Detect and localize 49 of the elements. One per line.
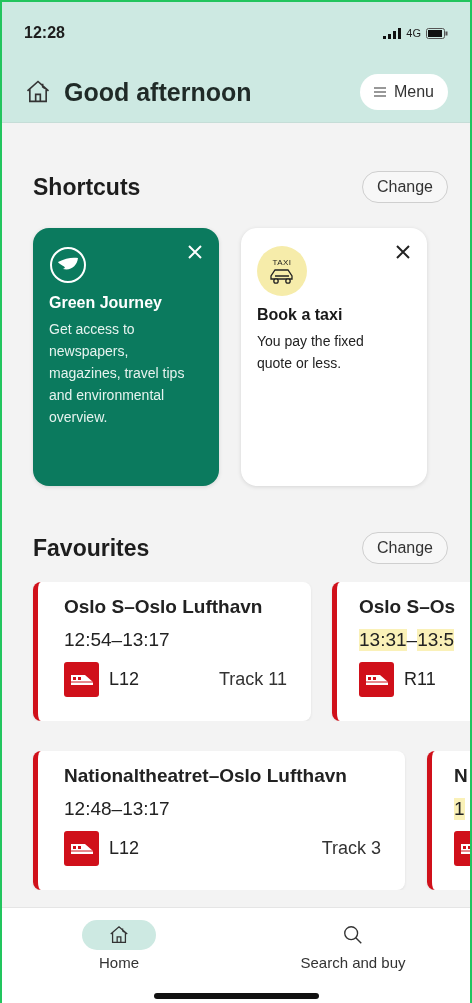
shortcut-title: Book a taxi [257,306,344,324]
train-icon [69,672,94,687]
section-title: Favourites [33,534,150,562]
change-button[interactable]: Change [361,532,448,564]
greeting-title: Good afternoon [64,77,252,107]
arrival-time: 13:5 [417,629,455,651]
taxi-icon: TAXI [257,246,307,296]
train-icon [69,841,94,856]
shortcut-card[interactable]: TAXI Book a taxi You pay the fixed quote or less. [241,228,427,486]
shortcut-card[interactable]: Green Journey Get access to newspapers, magazines, travel tips and environmental overview. [33,228,219,486]
route-title: Nationaltheatret–Oslo Lufthavn [64,765,348,787]
menu-icon [373,87,386,97]
search-icon [342,924,364,946]
time-dash: – [111,798,123,820]
arrival-time: 13:17 [122,629,170,651]
route-title: N [454,765,469,787]
status-time: 12:28 [24,24,65,42]
arrival-time: 13:17 [122,798,170,820]
favourite-card[interactable]: Nationaltheatret–Oslo Lufthavn 12:48–13:17 L12 Track 3 [33,751,405,890]
favourite-card[interactable]: Oslo S–Os 13:31–13:5 R11 [332,582,470,721]
nav-tab[interactable]: Search and buy [278,920,428,971]
network-label: 4G [406,27,421,39]
track-label: Track 3 [321,838,381,859]
section-title: Shortcuts [33,173,141,201]
departure-time: 1 [454,798,465,820]
time-dash: – [111,629,123,651]
menu-button[interactable]: Menu [359,74,448,110]
line-number: R11 [404,669,436,690]
departure-time: 12:54 [64,629,112,651]
track-label: Track 11 [218,669,287,690]
departure-time: 13:31 [359,629,407,651]
battery-icon [426,27,448,39]
nav-tab[interactable]: Home [44,920,194,971]
route-title: Oslo S–Oslo Lufthavn [64,596,264,618]
signal-icon [383,27,402,39]
route-title: Oslo S–Os [359,596,457,618]
line-number: L12 [109,669,140,690]
departure-time: 12:48 [64,798,112,820]
shortcut-title: Green Journey [49,294,163,312]
favourite-card[interactable]: N 1 [427,751,470,890]
line-number: L12 [109,838,140,859]
change-button[interactable]: Change [361,171,448,203]
favourite-card[interactable]: Oslo S–Oslo Lufthavn 12:54–13:17 L12 Track 11 [33,582,311,721]
shortcut-description: You pay the fixed quote or less. [257,332,365,373]
shortcut-description: Get access to newspapers, magazines, travel tips and environmental overview. [49,320,186,427]
train-icon [364,672,389,687]
home-icon [108,924,130,946]
time-dash: – [406,629,418,651]
leaf-icon [49,246,87,284]
